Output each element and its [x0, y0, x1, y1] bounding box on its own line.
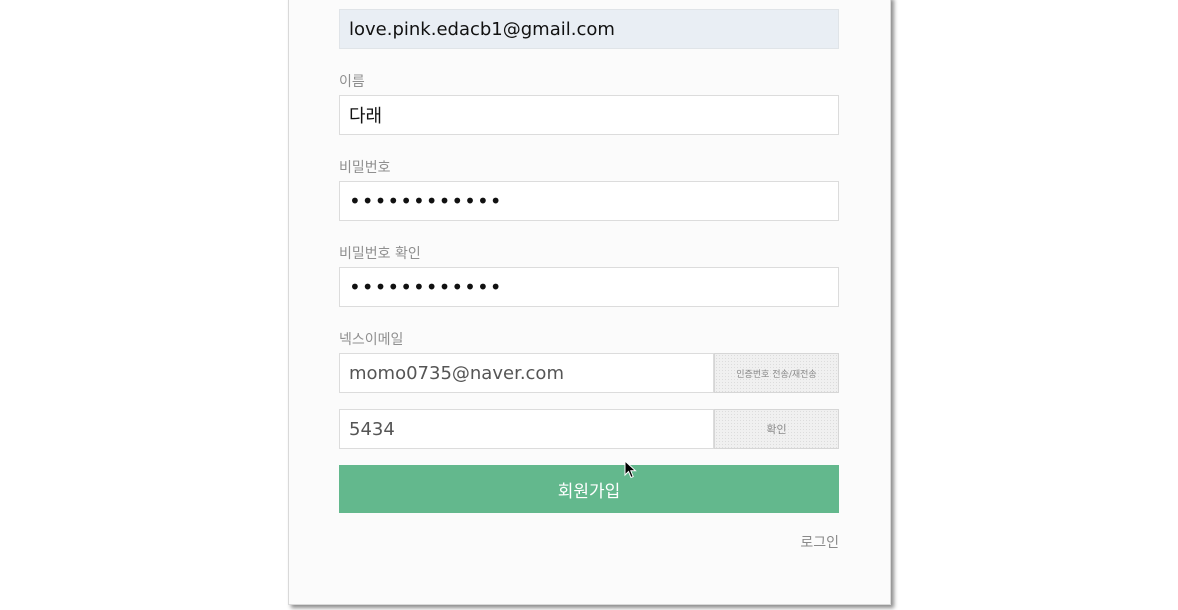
send-code-button[interactable]: 인증번호 전송/재전송 [714, 353, 839, 393]
arrow-cursor-icon [624, 460, 637, 479]
name-input[interactable]: 다래 [339, 95, 839, 135]
name-label: 이름 [339, 74, 365, 90]
verification-code-input[interactable]: 5434 [339, 409, 714, 449]
password-input[interactable]: •••••••••••• [339, 181, 839, 221]
nexus-email-label: 넥스이메일 [339, 332, 404, 348]
password-confirm-input[interactable]: •••••••••••• [339, 267, 839, 307]
password-confirm-label: 비밀번호 확인 [339, 246, 421, 262]
confirm-code-button[interactable]: 확인 [714, 409, 839, 449]
nexus-email-input[interactable]: momo0735@naver.com [339, 353, 714, 393]
signup-button[interactable]: 회원가입 [339, 465, 839, 513]
login-link[interactable]: 로그인 [800, 532, 839, 552]
password-label: 비밀번호 [339, 160, 391, 176]
account-email-field[interactable]: love.pink.edacb1@gmail.com [339, 9, 839, 49]
